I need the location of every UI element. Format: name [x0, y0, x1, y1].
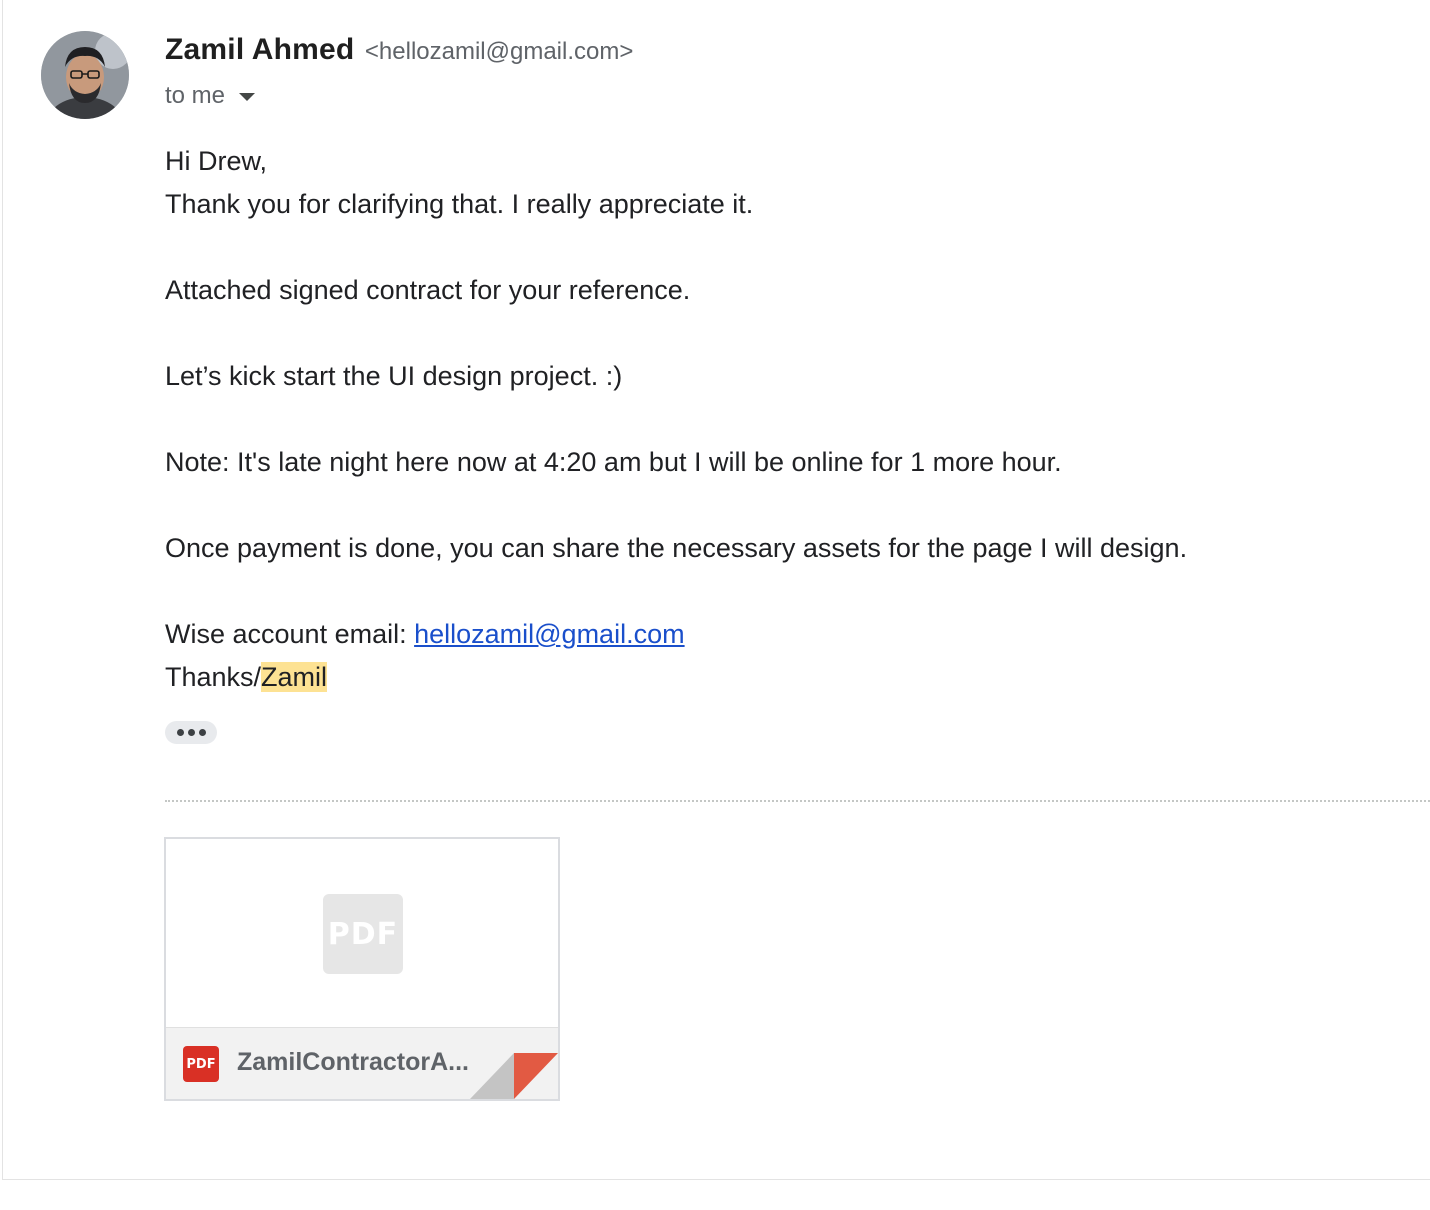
sender-avatar[interactable]	[41, 31, 129, 119]
pdf-preview-icon: PDF	[323, 894, 403, 974]
signature-highlight: Zamil	[261, 662, 328, 692]
wise-email-link[interactable]: hellozamil@gmail.com	[414, 619, 685, 649]
body-line-note: Note: It's late night here now at 4:20 a…	[165, 447, 1062, 477]
body-greeting: Hi Drew,	[165, 146, 268, 176]
pdf-file-icon: PDF	[183, 1046, 219, 1082]
dot-icon	[187, 729, 195, 736]
body-line-kickstart: Let’s kick start the UI design project. …	[165, 361, 623, 391]
thanks-prefix: Thanks/	[165, 662, 262, 692]
body-line-wise: Wise account email: hellozamil@gmail.com	[165, 613, 1187, 656]
sender-email: <hellozamil@gmail.com>	[364, 38, 634, 65]
body-line-signoff: Thanks/Zamil	[165, 656, 1187, 699]
sender-name[interactable]: Zamil Ahmed	[165, 33, 354, 66]
attachments-divider	[165, 800, 1430, 802]
page-fold-icon	[470, 1053, 558, 1099]
recipient-details-toggle[interactable]: to me	[165, 82, 256, 110]
attachment-card[interactable]: PDF PDF ZamilContractorA...	[164, 837, 560, 1101]
attachment-filename[interactable]: ZamilContractorA...	[237, 1048, 469, 1077]
body-line-thanks: Thank you for clarifying that. I really …	[165, 189, 754, 219]
email-message: Zamil Ahmed <hellozamil@gmail.com> to me…	[2, 0, 1430, 1180]
dot-icon	[176, 729, 184, 736]
caret-down-icon[interactable]	[239, 93, 256, 101]
sender-header: Zamil Ahmed <hellozamil@gmail.com>	[165, 33, 633, 67]
recipient-label: to me	[165, 82, 226, 109]
dot-icon	[198, 729, 206, 736]
attachment-preview[interactable]: PDF	[166, 839, 558, 1027]
body-line-attached: Attached signed contract for your refere…	[165, 275, 691, 305]
avatar-photo	[41, 31, 129, 119]
body-line-payment: Once payment is done, you can share the …	[165, 533, 1188, 563]
show-trimmed-content-button[interactable]	[165, 721, 217, 744]
message-body: Hi Drew, Thank you for clarifying that. …	[165, 140, 1187, 699]
wise-label: Wise account email:	[165, 619, 415, 649]
